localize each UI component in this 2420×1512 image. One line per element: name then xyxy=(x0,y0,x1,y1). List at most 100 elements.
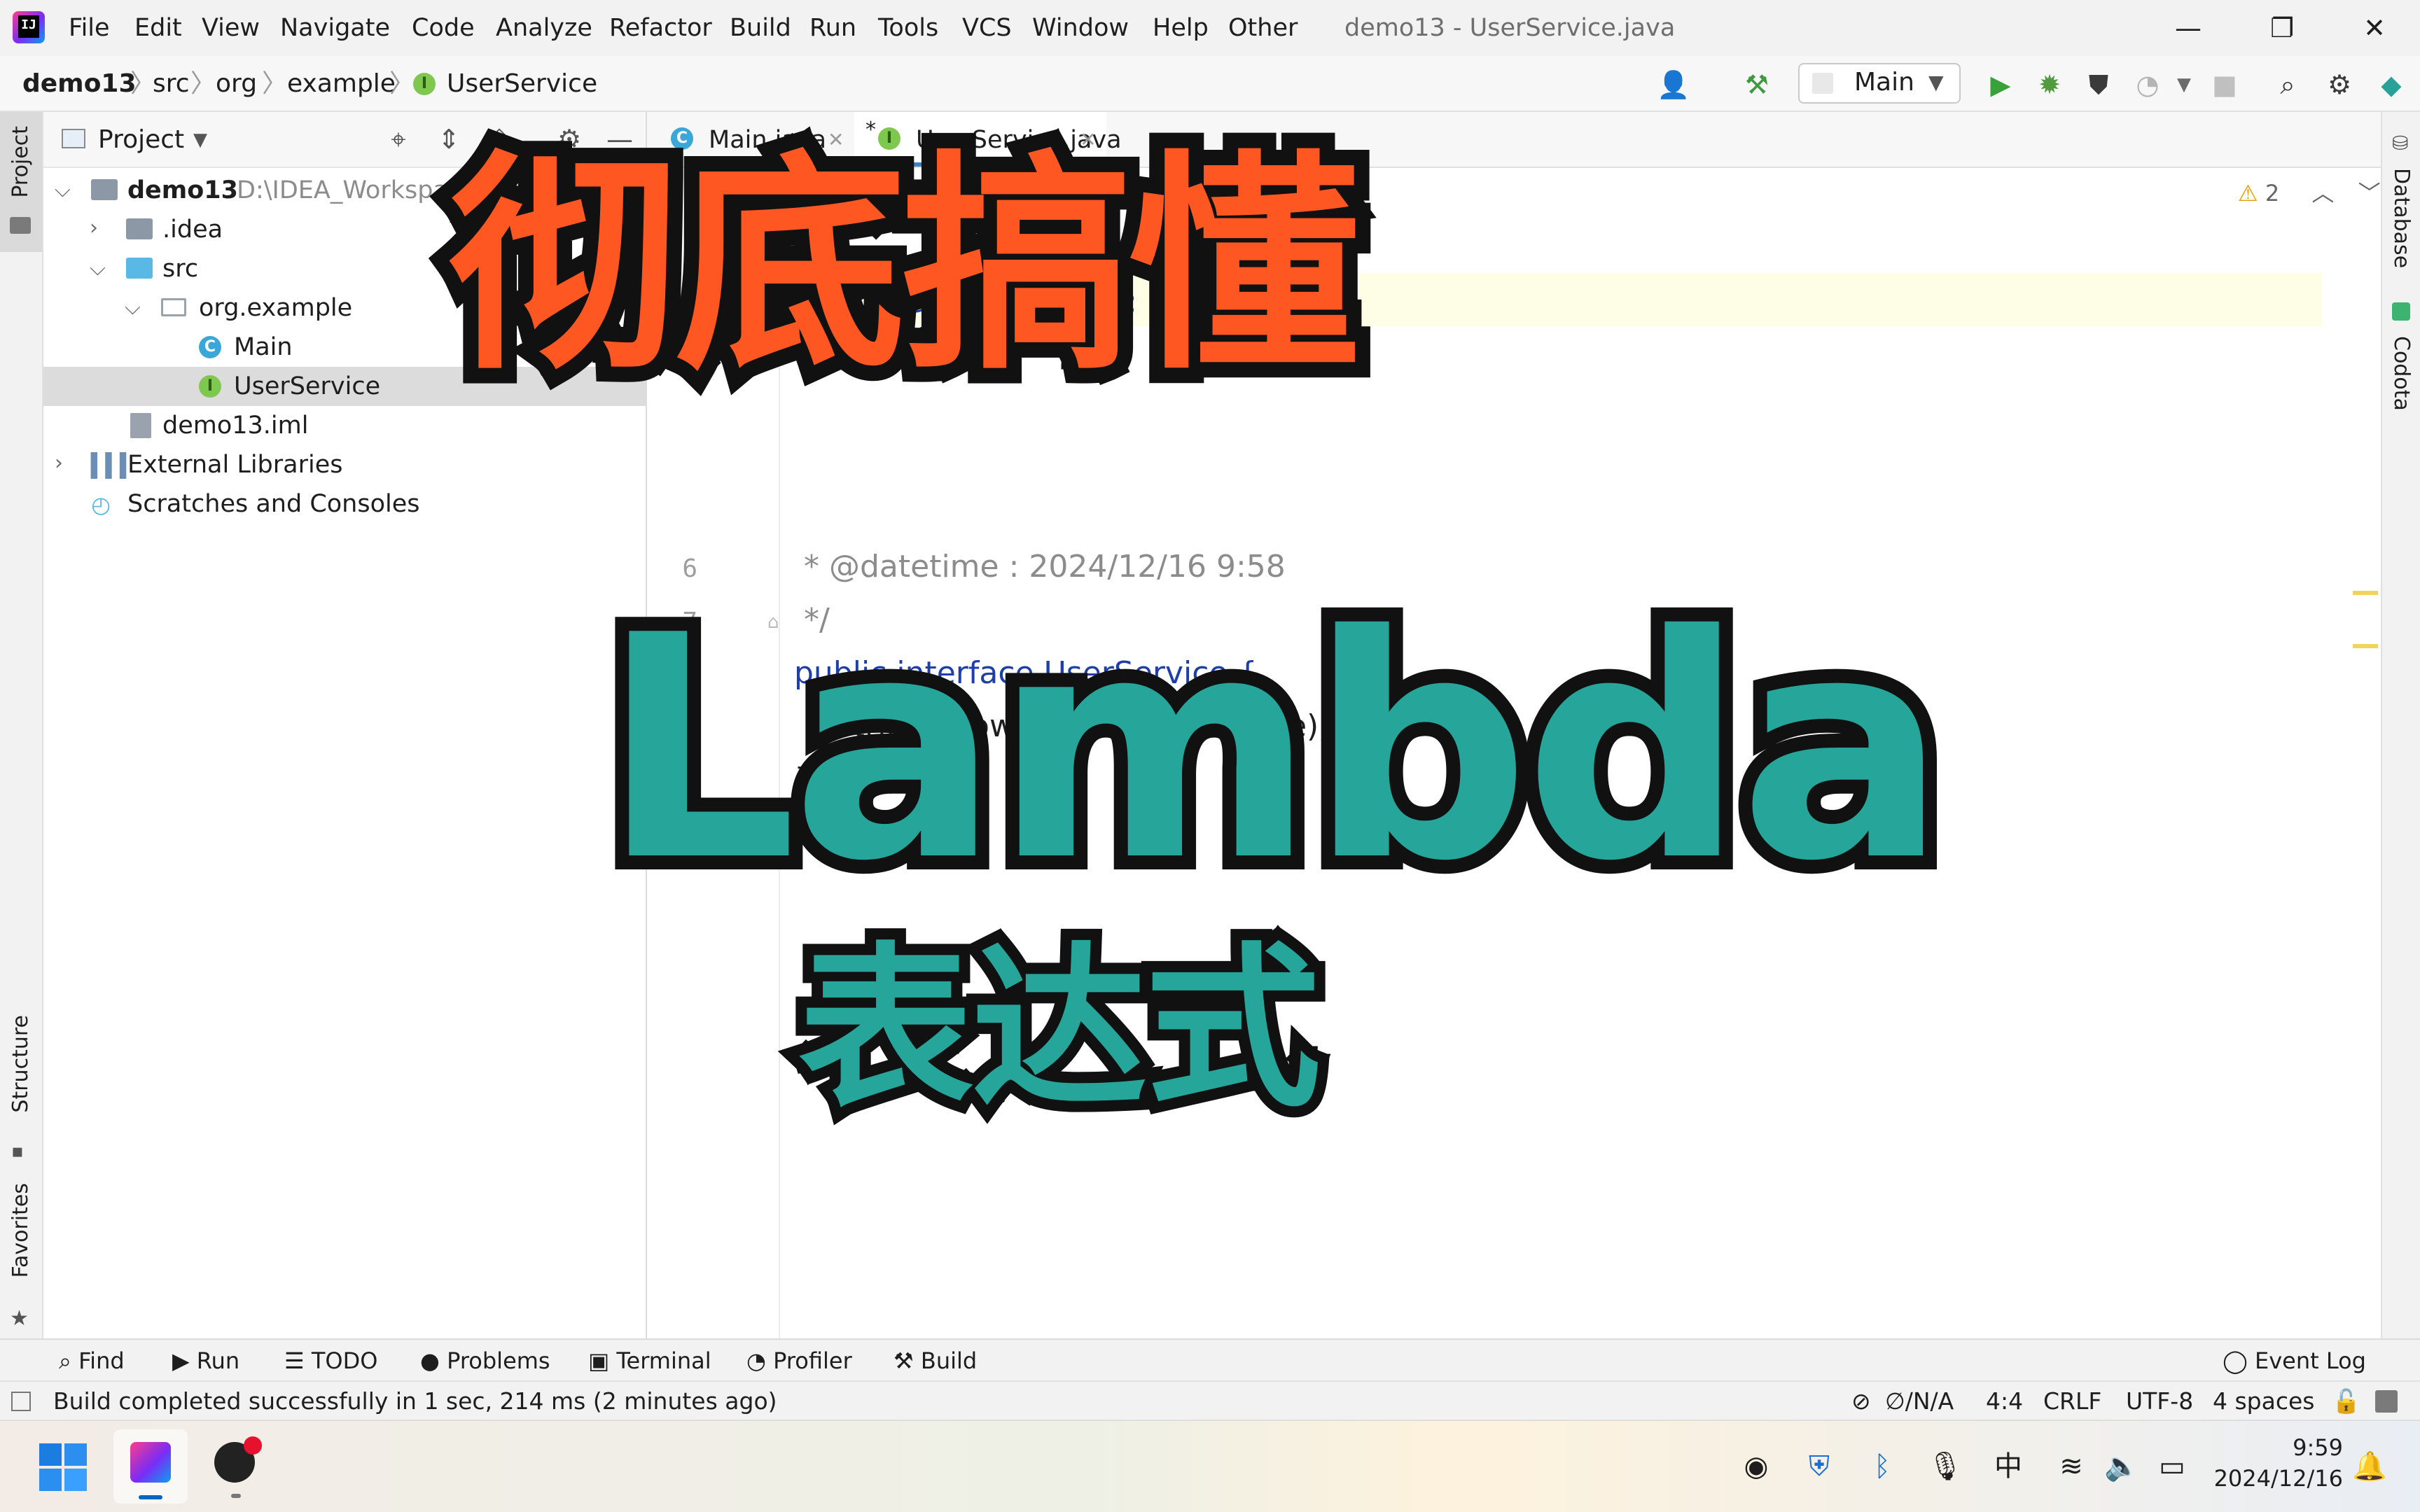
find-tool-button[interactable]: ⌕ Find xyxy=(59,1345,125,1376)
profile-icon[interactable]: ◔ xyxy=(2132,69,2164,101)
wifi-icon[interactable]: ≋ xyxy=(2052,1449,2091,1484)
star-icon: ★ xyxy=(10,1306,29,1331)
warning-stripe-marker[interactable] xyxy=(2353,591,2378,595)
favorites-tool-label: Favorites xyxy=(8,1183,33,1278)
clock-time[interactable]: 9:59 xyxy=(2203,1432,2343,1463)
menu-tools[interactable]: Tools xyxy=(878,13,938,43)
bluetooth-icon[interactable]: ᛒ xyxy=(1863,1449,1902,1484)
package-icon xyxy=(161,298,186,316)
tree-item-scratches[interactable]: ◴ Scratches and Consoles xyxy=(43,484,646,524)
run-configuration-select[interactable]: Main ▼ xyxy=(1798,63,1961,104)
run-tool-button[interactable]: ▶ Run xyxy=(172,1345,239,1376)
chevron-down-icon[interactable]: ▼ xyxy=(2168,69,2200,101)
menu-build[interactable]: Build xyxy=(730,13,791,43)
security-shield-icon[interactable]: ⛨ xyxy=(1800,1449,1839,1484)
indent-setting[interactable]: 4 spaces xyxy=(2213,1386,2315,1417)
build-tool-button[interactable]: ⚒ Build xyxy=(893,1345,977,1376)
obs-tray-icon[interactable]: ◉ xyxy=(1737,1449,1776,1484)
toggle-tool-windows-icon[interactable] xyxy=(11,1392,31,1411)
user-icon[interactable]: 👤 xyxy=(1657,69,1690,101)
clock-date[interactable]: 2024/12/16 xyxy=(2203,1463,2343,1494)
settings-icon[interactable]: ⚙ xyxy=(2323,69,2356,101)
chevron-down-icon[interactable]: ⌵ xyxy=(55,178,71,202)
status-message[interactable]: Build completed successfully in 1 sec, 2… xyxy=(53,1386,777,1417)
intellij-logo-icon: IJ xyxy=(13,11,45,43)
line-separator[interactable]: CRLF xyxy=(2043,1386,2101,1417)
restore-button[interactable]: ❐ xyxy=(2251,7,2314,49)
lock-icon[interactable]: 🔓 xyxy=(2332,1386,2360,1417)
chevron-up-icon[interactable]: ︿ xyxy=(2311,180,2334,206)
ime-indicator[interactable]: 中 xyxy=(1987,1449,2029,1484)
navigation-bar: demo13 〉 src 〉 org 〉 example 〉 I UserSer… xyxy=(0,56,2420,112)
event-log-label: Event Log xyxy=(2254,1348,2366,1374)
menu-help[interactable]: Help xyxy=(1153,13,1209,43)
notification-bell-icon[interactable]: 🔔 xyxy=(2350,1449,2389,1484)
breadcrumb-org[interactable]: org xyxy=(216,69,257,99)
windows-start-icon[interactable] xyxy=(39,1443,87,1491)
microphone-icon[interactable]: 🎙 xyxy=(1926,1449,1965,1484)
windows-logo-pane xyxy=(39,1443,62,1466)
battery-icon[interactable]: ▭ xyxy=(2153,1449,2192,1484)
event-log-button[interactable]: ◯ Event Log xyxy=(2223,1345,2366,1376)
menu-window[interactable]: Window xyxy=(1032,13,1129,43)
todo-tool-button[interactable]: ☰ TODO xyxy=(284,1345,377,1376)
favorites-tool-button[interactable]: Favorites ★ xyxy=(0,1183,42,1337)
chevron-down-icon[interactable]: ⌵ xyxy=(125,295,141,320)
status-bar: Build completed successfully in 1 sec, 2… xyxy=(0,1380,2420,1420)
plugin-icon[interactable]: ◆ xyxy=(2375,69,2407,101)
menu-edit[interactable]: Edit xyxy=(134,13,182,43)
menu-navigate[interactable]: Navigate xyxy=(280,13,390,43)
interface-icon: I xyxy=(413,73,436,95)
debug-icon[interactable]: ✹ xyxy=(2033,69,2066,101)
volume-icon[interactable]: 🔈 xyxy=(2102,1449,2141,1484)
app-running-indicator xyxy=(231,1494,241,1498)
project-tool-button[interactable]: Project xyxy=(0,112,42,252)
menu-run[interactable]: Run xyxy=(809,13,856,43)
menu-code[interactable]: Code xyxy=(412,13,475,43)
project-panel-title[interactable]: Project xyxy=(98,125,184,155)
menu-view[interactable]: View xyxy=(202,13,260,43)
chevron-right-icon[interactable]: › xyxy=(55,451,63,475)
structure-tool-button[interactable]: Structure ▪ xyxy=(0,1015,42,1169)
vcs-status[interactable]: ∅/N/A xyxy=(1885,1386,1954,1417)
menu-refactor[interactable]: Refactor xyxy=(609,13,712,43)
menu-file[interactable]: File xyxy=(69,13,110,43)
terminal-tool-button[interactable]: ▣ Terminal xyxy=(588,1345,711,1376)
inspection-widget[interactable]: ⚠ 2 ︿ ﹀ xyxy=(2238,178,2381,209)
menu-analyze[interactable]: Analyze xyxy=(496,13,592,43)
database-tool-label[interactable]: Database xyxy=(2389,168,2414,268)
chevron-down-icon[interactable]: ﹀ xyxy=(2358,180,2381,206)
breadcrumb-example[interactable]: example xyxy=(287,69,396,99)
breadcrumb-project[interactable]: demo13 xyxy=(22,69,137,99)
warning-stripe-marker[interactable] xyxy=(2353,644,2378,648)
stop-icon[interactable]: ■ xyxy=(2209,69,2241,101)
menu-other[interactable]: Other xyxy=(1228,13,1298,43)
minimize-button[interactable]: — xyxy=(2157,7,2220,49)
taskbar-intellij-button[interactable] xyxy=(113,1429,188,1504)
structure-icon: ▪ xyxy=(11,1141,24,1162)
build-hammer-icon[interactable]: ⚒ xyxy=(1741,69,1773,101)
run-icon[interactable]: ▶ xyxy=(1984,69,2017,101)
locate-icon[interactable]: ⌖ xyxy=(382,123,415,155)
chevron-down-icon[interactable]: ⌵ xyxy=(90,256,106,281)
tree-item-label: Main xyxy=(234,333,293,361)
search-icon[interactable]: ⌕ xyxy=(2272,69,2304,101)
coverage-icon[interactable]: ⛊ xyxy=(2082,69,2115,101)
profiler-tool-button[interactable]: ◔ Profiler xyxy=(746,1345,852,1376)
problems-tool-button[interactable]: ● Problems xyxy=(420,1345,550,1376)
tree-item-external-libraries[interactable]: › ▍▍▍ External Libraries xyxy=(43,445,646,484)
warning-count: 2 xyxy=(2265,180,2280,206)
breadcrumb-src[interactable]: src xyxy=(153,69,190,99)
menu-vcs[interactable]: VCS xyxy=(962,13,1012,43)
close-button[interactable]: ✕ xyxy=(2343,7,2406,49)
chevron-down-icon[interactable]: ▼ xyxy=(193,125,207,155)
overlay-title: 彻底搞懂 xyxy=(433,116,1375,416)
problems-icon: ● xyxy=(420,1348,447,1374)
caret-position[interactable]: 4:4 xyxy=(1986,1386,2023,1417)
memory-indicator-icon[interactable] xyxy=(2375,1390,2398,1413)
breadcrumb-userservice[interactable]: UserService xyxy=(447,69,597,99)
tree-item-iml[interactable]: demo13.iml xyxy=(43,406,646,445)
file-encoding[interactable]: UTF-8 xyxy=(2126,1386,2193,1417)
codota-tool-label[interactable]: Codota xyxy=(2389,336,2414,411)
chevron-right-icon[interactable]: › xyxy=(90,216,98,240)
